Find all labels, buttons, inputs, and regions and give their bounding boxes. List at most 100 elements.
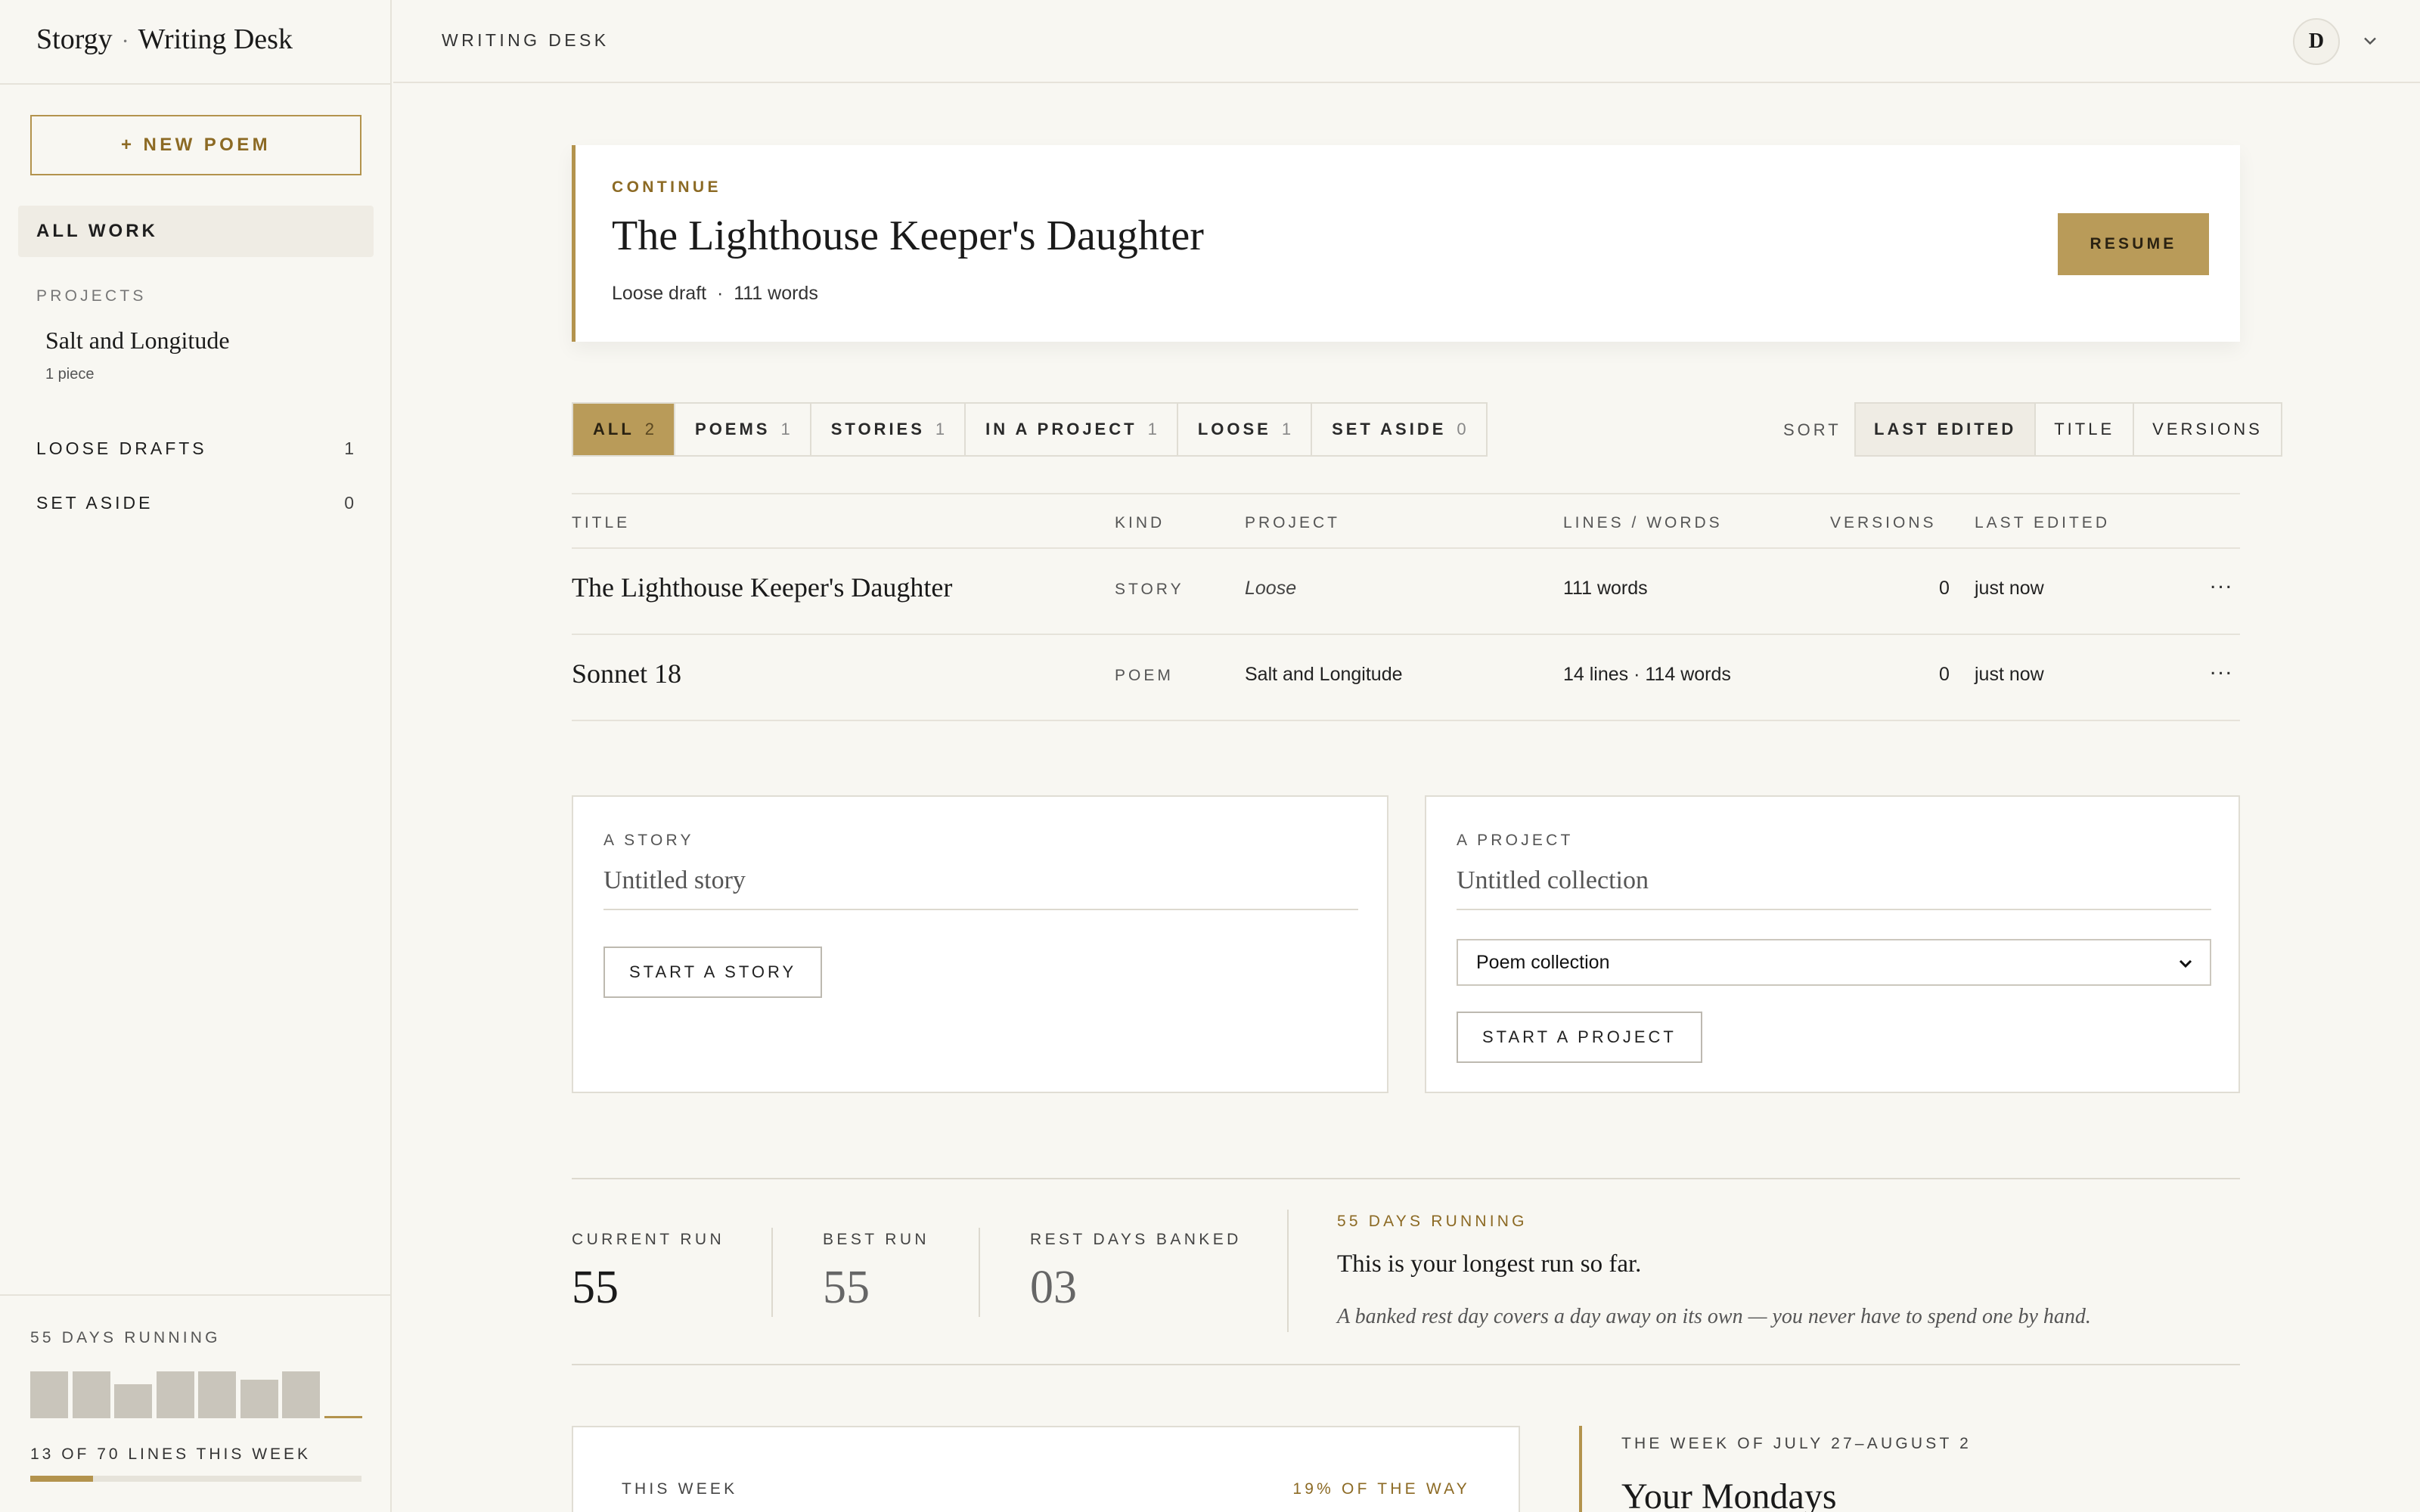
chevron-down-icon [2179,959,2192,968]
row-title[interactable]: The Lighthouse Keeper's Daughter [572,572,952,603]
filter-tab-count: 1 [780,420,790,438]
row-more-button[interactable]: ... [2210,569,2233,594]
filter-tab-label: STORIES [830,420,925,438]
weekly-lines-label: 13 OF 70 LINES THIS WEEK [30,1445,312,1463]
run-eyebrow: 55 DAYS RUNNING [1337,1213,1528,1230]
filter-tab-label: SET ASIDE [1332,420,1447,438]
stat-divider [979,1228,980,1317]
week-activity-bar [30,1371,68,1418]
this-week-progress-label: 19% OF THE WAY [1292,1480,1470,1498]
run-note: A banked rest day covers a day away on i… [1337,1305,2091,1328]
loose-drafts-count: 1 [344,438,354,458]
table-row[interactable]: The Lighthouse Keeper's Daughter STORY L… [572,549,2240,635]
top-bar: WRITING DESK D [393,0,2420,83]
sort-label: SORT [1783,420,1841,439]
new-poem-button[interactable]: + NEW POEM [30,115,361,175]
page-title: WRITING DESK [442,30,610,50]
avatar[interactable]: D [2293,18,2340,65]
header-kind[interactable]: KIND [1115,514,1165,532]
week-activity-bar [156,1371,194,1418]
stat-divider [1287,1210,1289,1332]
sort-options: LAST EDITED TITLE VERSIONS [1854,402,2282,457]
header-lines-words[interactable]: LINES / WORDS [1563,514,1723,532]
filter-tab-count: 1 [935,420,945,438]
continue-meta: Loose draft · 111 words [612,283,818,304]
resume-button[interactable]: RESUME [2058,213,2209,275]
filter-tab-count: 2 [644,420,655,438]
filter-tab-label: IN A PROJECT [985,420,1137,438]
this-week-label: THIS WEEK [622,1480,738,1498]
filter-tab-label: POEMS [695,420,771,438]
loose-drafts-label: LOOSE DRAFTS [36,438,207,458]
sidebar-item-all-work[interactable]: ALL WORK [18,206,374,257]
sidebar-item-project[interactable]: Salt and Longitude [45,327,230,355]
sidebar-footer-divider [0,1294,392,1296]
table-row[interactable]: Sonnet 18 POEM Salt and Longitude 14 lin… [572,635,2240,721]
row-project: Loose [1245,578,1297,599]
this-week-card: THIS WEEK 19% OF THE WAY [572,1426,1520,1512]
week-activity-bar [72,1371,110,1418]
week-activity-bar [282,1371,320,1418]
brand-section: Writing Desk [138,23,293,55]
current-run-value: 55 [572,1262,619,1313]
row-title[interactable]: Sonnet 18 [572,658,681,689]
brand-separator: · [121,29,129,54]
mondays-panel: THE WEEK OF JULY 27–AUGUST 2 Your Monday… [1579,1426,2245,1512]
sort-option[interactable]: TITLE [2036,404,2135,455]
filter-tab[interactable]: STORIES 1 [811,404,966,455]
filter-tab[interactable]: SET ASIDE 0 [1312,404,1486,455]
continue-title[interactable]: The Lighthouse Keeper's Daughter [612,212,1204,260]
week-range-label: THE WEEK OF JULY 27–AUGUST 2 [1621,1435,1972,1452]
start-story-button[interactable]: START A STORY [603,947,823,998]
projects-heading: PROJECTS [36,287,147,305]
stat-divider [771,1228,773,1317]
week-activity-bar [324,1416,362,1418]
header-last-edited[interactable]: LAST EDITED [1975,514,2110,532]
story-card: A STORY Untitled story START A STORY [572,795,1388,1093]
stats-divider-top [572,1178,2240,1179]
project-card: A PROJECT Untitled collection Poem colle… [1425,795,2240,1093]
mondays-heading: Your Mondays [1621,1476,1837,1512]
row-versions: 0 [1939,578,1950,599]
row-kind: STORY [1115,581,1184,598]
set-aside-count: 0 [344,493,354,513]
week-activity-bar [198,1371,236,1418]
sidebar-divider [0,83,392,85]
header-project[interactable]: PROJECT [1245,514,1340,532]
project-type-value: Poem collection [1476,951,1610,973]
row-more-button[interactable]: ... [2210,655,2233,680]
header-title[interactable]: TITLE [572,514,630,532]
filter-tab[interactable]: LOOSE 1 [1178,404,1313,455]
chevron-down-icon[interactable] [2360,30,2381,51]
row-lines-words: 14 lines · 114 words [1563,664,1731,685]
continue-card: CONTINUE The Lighthouse Keeper's Daughte… [572,145,2240,342]
sidebar-item-set-aside[interactable]: SET ASIDE 0 [36,493,354,513]
start-project-button[interactable]: START A PROJECT [1457,1012,1702,1063]
filter-tab[interactable]: ALL 2 [573,404,676,455]
sort-option[interactable]: LAST EDITED [1856,404,2037,455]
story-title-input[interactable]: Untitled story [603,866,1358,910]
sort-option[interactable]: VERSIONS [2134,404,2281,455]
sidebar-item-loose-drafts[interactable]: LOOSE DRAFTS 1 [36,438,354,459]
run-title: This is your longest run so far. [1337,1250,1642,1278]
best-run-value: 55 [823,1262,870,1313]
brand-name: Storgy [36,23,113,55]
project-type-select[interactable]: Poem collection [1457,939,2211,986]
filter-tabs: ALL 2 POEMS 1 STORIES 1 IN A PROJECT 1 LOOSE 1 SET… [572,402,1488,457]
filter-tab-count: 1 [1147,420,1157,438]
rest-days-value: 03 [1030,1262,1077,1313]
rest-days-label: REST DAYS BANKED [1030,1231,1242,1248]
row-last-edited: just now [1975,664,2044,685]
filter-tab-count: 1 [1281,420,1292,438]
week-activity-bars [30,1368,363,1418]
weekly-progress-fill [30,1476,94,1482]
project-title-input[interactable]: Untitled collection [1457,866,2211,910]
current-run-label: CURRENT RUN [572,1231,725,1248]
row-kind: POEM [1115,667,1174,684]
week-activity-bar [240,1380,278,1418]
filter-tab-label: LOOSE [1197,420,1271,438]
filter-tab[interactable]: POEMS 1 [675,404,811,455]
filter-tab[interactable]: IN A PROJECT 1 [966,404,1178,455]
header-versions[interactable]: VERSIONS [1830,514,1937,532]
brand[interactable]: Storgy · Writing Desk [36,23,293,56]
